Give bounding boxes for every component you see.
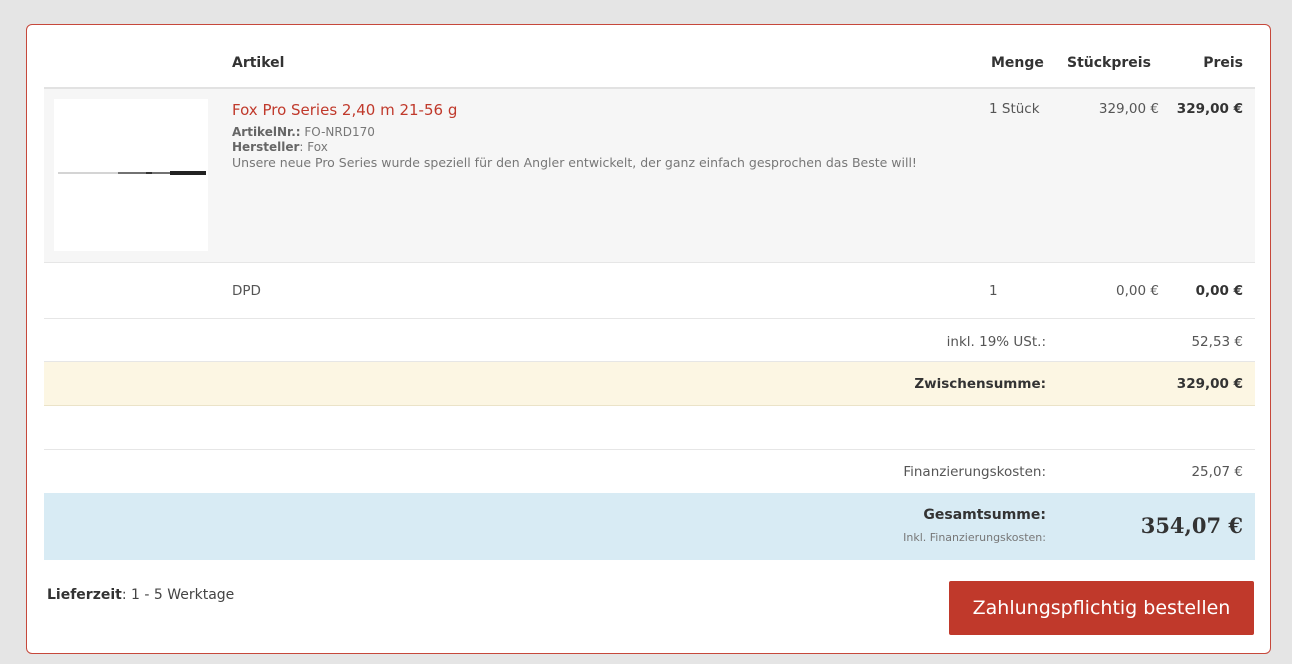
table-row: DPD 1 0,00 € 0,00 € xyxy=(44,263,1255,319)
article-no-value: FO-NRD170 xyxy=(304,125,375,139)
product-price: 329,00 € xyxy=(1176,101,1243,117)
financing-label: Finanzierungskosten: xyxy=(903,464,1046,480)
vat-value: 52,53 € xyxy=(1191,334,1243,350)
total-sublabel: Inkl. Finanzierungskosten: xyxy=(903,531,1046,544)
subtotal-label: Zwischensumme: xyxy=(914,376,1046,392)
manufacturer-label: Hersteller xyxy=(232,140,300,154)
vat-row: inkl. 19% USt.: 52,53 € xyxy=(44,319,1255,362)
shipping-unit-price: 0,00 € xyxy=(1116,283,1159,299)
shipping-price: 0,00 € xyxy=(1195,283,1243,299)
shipping-quantity: 1 xyxy=(989,283,998,299)
table-header: Artikel Menge Stückpreis Preis xyxy=(44,25,1255,89)
product-quantity: 1 Stück xyxy=(989,101,1040,117)
product-article-no: ArtikelNr.: FO-NRD170 xyxy=(232,125,375,139)
product-manufacturer: Hersteller: Fox xyxy=(232,140,328,154)
product-name-link[interactable]: Fox Pro Series 2,40 m 21-56 g xyxy=(232,101,457,119)
header-article: Artikel xyxy=(232,55,285,71)
article-no-label: ArtikelNr.: xyxy=(232,125,301,139)
product-unit-price: 329,00 € xyxy=(1098,101,1159,117)
delivery-label: Lieferzeit xyxy=(47,587,122,603)
header-unit-price: Stückpreis xyxy=(1067,55,1151,71)
subtotal-row: Zwischensumme: 329,00 € xyxy=(44,362,1255,406)
product-thumbnail[interactable] xyxy=(54,99,208,251)
manufacturer-value: Fox xyxy=(307,140,328,154)
delivery-value: : 1 - 5 Werktage xyxy=(121,587,235,603)
financing-row: Finanzierungskosten: 25,07 € xyxy=(44,450,1255,493)
total-label: Gesamtsumme: xyxy=(923,507,1046,523)
spacer-row xyxy=(44,406,1255,450)
header-quantity: Menge xyxy=(991,55,1044,71)
table-row: Fox Pro Series 2,40 m 21-56 g ArtikelNr.… xyxy=(44,89,1255,263)
subtotal-value: 329,00 € xyxy=(1176,376,1243,392)
fishing-rod-image xyxy=(58,171,206,175)
delivery-time: Lieferzeit: 1 - 5 Werktage xyxy=(47,587,234,603)
header-price: Preis xyxy=(1203,55,1243,71)
product-description: Unsere neue Pro Series wurde speziell fü… xyxy=(232,155,917,170)
checkout-summary-panel: Artikel Menge Stückpreis Preis Fox Pro S… xyxy=(26,24,1271,654)
financing-value: 25,07 € xyxy=(1191,464,1243,480)
vat-label: inkl. 19% USt.: xyxy=(946,334,1046,350)
grand-total-row: Gesamtsumme: Inkl. Finanzierungskosten: … xyxy=(44,493,1255,560)
place-order-button[interactable]: Zahlungspflichtig bestellen xyxy=(949,581,1254,635)
total-value: 354,07 € xyxy=(1140,513,1243,538)
shipping-name: DPD xyxy=(232,283,261,299)
